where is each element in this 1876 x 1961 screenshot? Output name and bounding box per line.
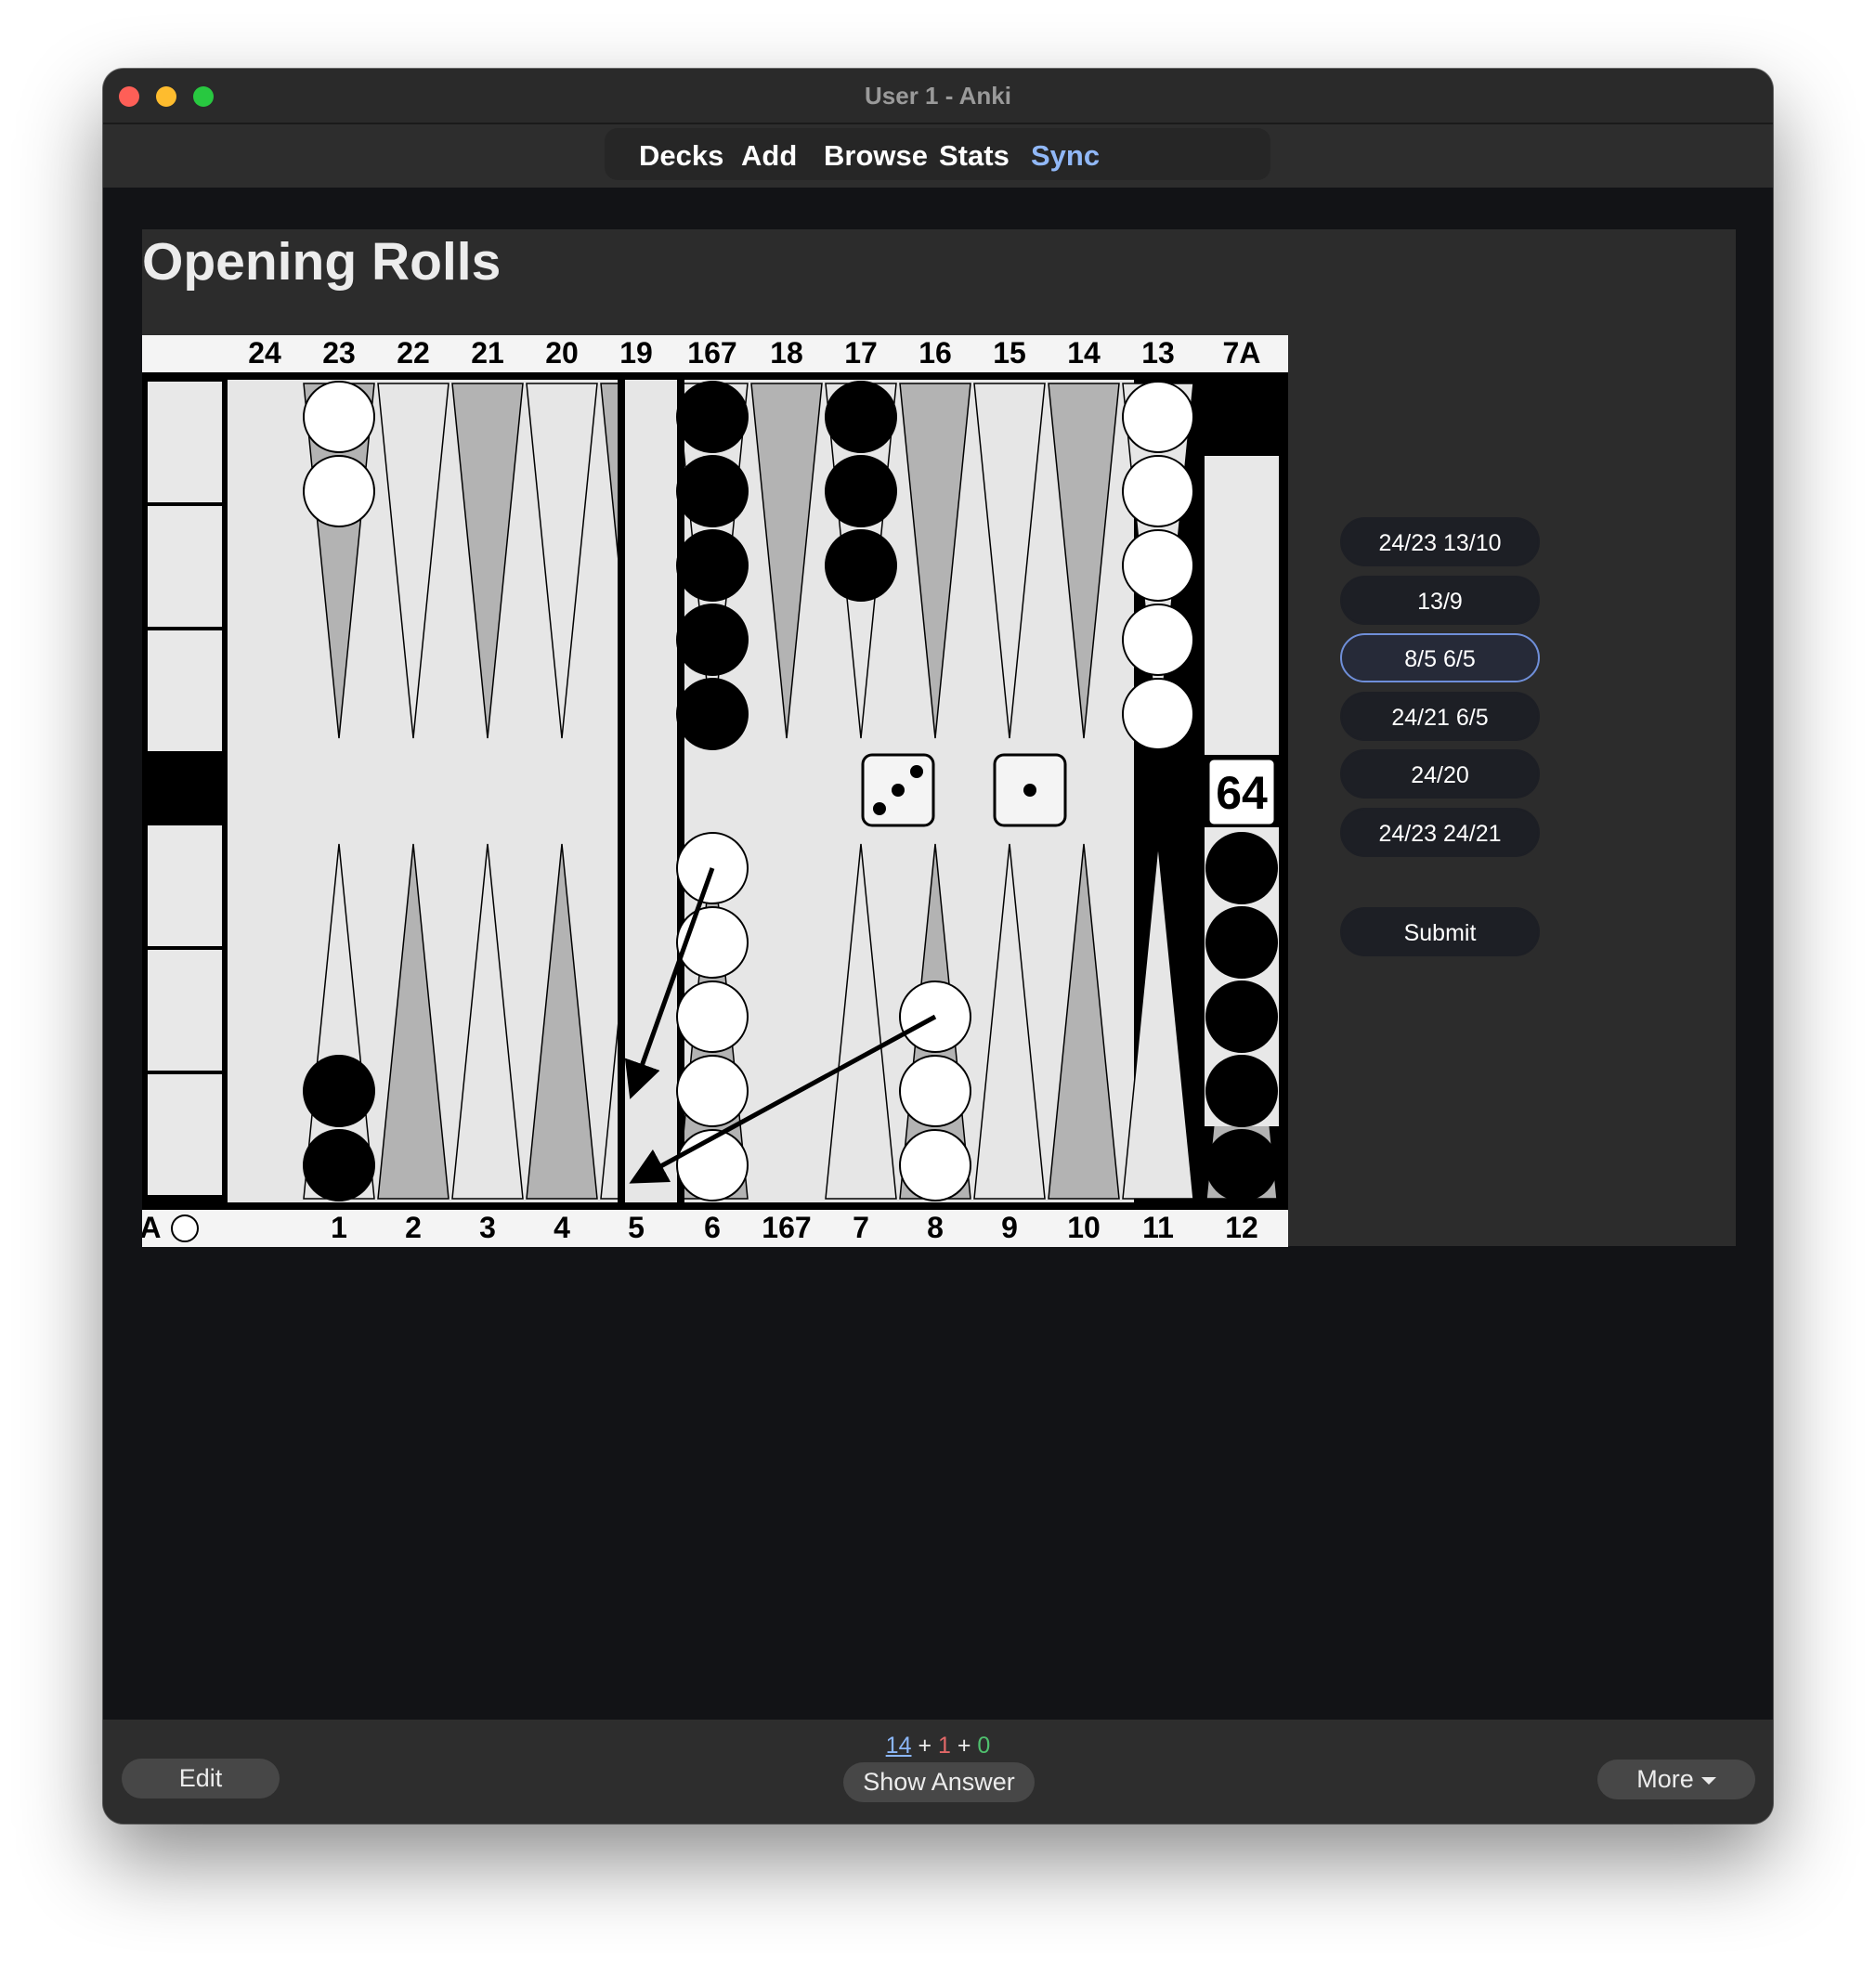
top-label: 22	[397, 336, 430, 370]
bottom-label: 7A	[142, 1211, 161, 1244]
new-count[interactable]: 14	[886, 1733, 912, 1759]
white-checker	[1122, 678, 1194, 750]
top-label: 15	[993, 336, 1026, 370]
title-bar: User 1 - Anki	[103, 69, 1773, 124]
move-option-3[interactable]: 8/5 6/5	[1340, 633, 1540, 682]
top-label: 16	[918, 336, 952, 370]
bar	[625, 380, 677, 1202]
window-title: User 1 - Anki	[865, 82, 1011, 110]
black-checker	[676, 381, 749, 453]
bottom-bar: Edit 14 + 1 + 0 Show Answer More	[103, 1720, 1773, 1824]
white-checker	[676, 1055, 749, 1127]
player-color-indicator	[171, 1214, 199, 1242]
bottom-label: 167	[762, 1211, 811, 1244]
white-checker	[303, 381, 375, 453]
black-checker	[1205, 906, 1278, 979]
more-button[interactable]: More	[1597, 1760, 1755, 1799]
bottom-label: 9	[1001, 1211, 1018, 1244]
top-label: 24	[248, 336, 281, 370]
top-label: 13	[1141, 336, 1175, 370]
move-option-4[interactable]: 24/21 6/5	[1340, 692, 1540, 741]
nav-browse[interactable]: Browse	[824, 139, 928, 173]
move-option-5[interactable]: 24/20	[1340, 749, 1540, 799]
count-separator: +	[918, 1733, 932, 1759]
edit-button[interactable]: Edit	[122, 1759, 280, 1799]
black-checker	[1205, 1129, 1278, 1201]
white-checker	[899, 1055, 971, 1127]
bottom-label: 5	[628, 1211, 645, 1244]
nav-decks[interactable]: Decks	[639, 139, 723, 173]
black-checker	[1205, 980, 1278, 1053]
bottom-label: 8	[927, 1211, 944, 1244]
anki-window: User 1 - Anki Decks Add Browse Stats Syn…	[103, 69, 1773, 1824]
bottom-label: 1	[331, 1211, 347, 1244]
die	[861, 753, 935, 827]
black-checker	[825, 381, 897, 453]
bottom-label: 10	[1067, 1211, 1101, 1244]
white-checker	[1122, 455, 1194, 527]
reviewer-area: Opening Rolls 64 24 23 22 21 20 19 167 1…	[103, 188, 1773, 1720]
black-checker	[1205, 1055, 1278, 1127]
chevron-down-icon	[1700, 1776, 1716, 1785]
main-nav: Decks Add Browse Stats Sync	[605, 128, 1270, 180]
submit-button[interactable]: Submit	[1340, 907, 1540, 956]
learn-count: 1	[938, 1733, 951, 1759]
review-count: 0	[977, 1733, 991, 1759]
black-checker	[825, 455, 897, 527]
nav-sync[interactable]: Sync	[1031, 139, 1100, 173]
die	[993, 753, 1067, 827]
top-label: 17	[844, 336, 878, 370]
black-checker	[1205, 832, 1278, 904]
black-checker	[825, 529, 897, 602]
card-content: Opening Rolls 64 24 23 22 21 20 19 167 1…	[142, 229, 1736, 1247]
top-label: 18	[770, 336, 803, 370]
top-label: 14	[1067, 336, 1101, 370]
more-label: More	[1636, 1765, 1694, 1793]
white-checker	[1122, 381, 1194, 453]
bottom-label: 6	[704, 1211, 721, 1244]
show-answer-button[interactable]: Show Answer	[843, 1762, 1035, 1802]
nav-add[interactable]: Add	[741, 139, 797, 173]
backgammon-board: 64 24 23 22 21 20 19 167 18 17 16 15 14 13 7A 1234561…	[142, 335, 1288, 1247]
left-quadrant	[228, 380, 677, 1202]
bottom-label: 4	[554, 1211, 570, 1244]
cube-value: 64	[1216, 767, 1268, 819]
bottom-label: 7	[853, 1211, 869, 1244]
top-label: 20	[545, 336, 579, 370]
bottom-label: 11	[1142, 1211, 1174, 1244]
white-checker	[1122, 604, 1194, 676]
move-option-1[interactable]: 24/23 13/10	[1340, 517, 1540, 566]
white-checker	[899, 1129, 971, 1201]
due-counts: 14 + 1 + 0	[103, 1733, 1773, 1760]
card-title: Opening Rolls	[142, 232, 502, 292]
white-checker	[1122, 529, 1194, 602]
black-checker	[676, 604, 749, 676]
count-separator: +	[957, 1733, 971, 1759]
black-checker	[676, 529, 749, 602]
bottom-label: 12	[1225, 1211, 1258, 1244]
black-checker	[303, 1055, 375, 1127]
top-label: 23	[322, 336, 356, 370]
top-label: 7A	[1223, 336, 1261, 370]
top-label: 167	[687, 336, 736, 370]
black-checker	[676, 455, 749, 527]
top-label: 21	[471, 336, 504, 370]
black-checker	[676, 678, 749, 750]
top-label: 19	[619, 336, 653, 370]
nav-stats[interactable]: Stats	[939, 139, 1010, 173]
white-checker	[676, 980, 749, 1053]
black-checker	[303, 1129, 375, 1201]
bottom-label: 2	[405, 1211, 422, 1244]
move-option-2[interactable]: 13/9	[1340, 576, 1540, 625]
bottom-label: 3	[479, 1211, 496, 1244]
move-option-6[interactable]: 24/23 24/21	[1340, 808, 1540, 857]
white-checker	[303, 455, 375, 527]
